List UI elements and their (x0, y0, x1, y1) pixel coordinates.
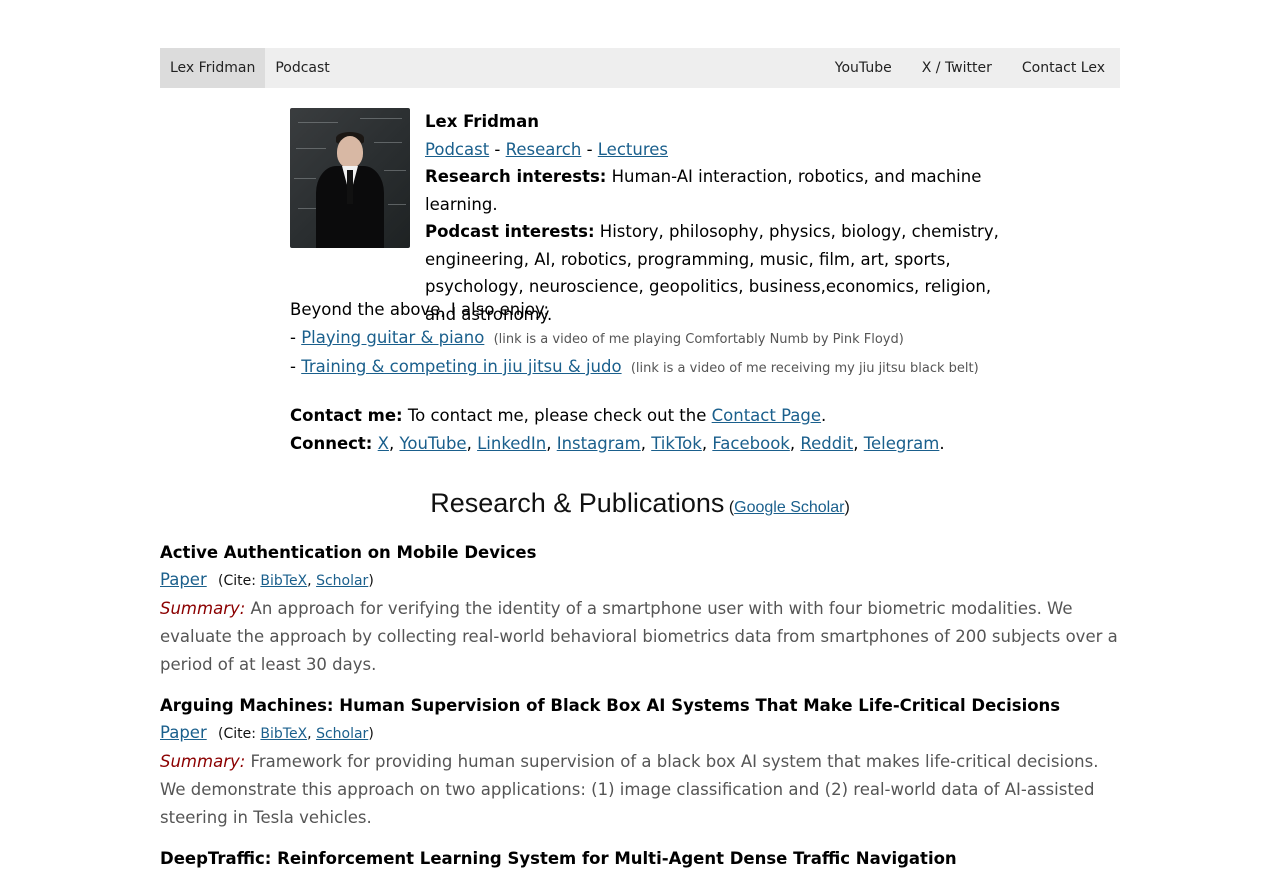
nav-right-group: YouTube X / Twitter Contact Lex (820, 48, 1120, 88)
publication-title: Active Authentication on Mobile Devices (160, 543, 537, 562)
summary-text: Framework for providing human supervisio… (160, 752, 1099, 827)
profile-photo (290, 108, 410, 248)
bibtex-link[interactable]: BibTeX (260, 573, 307, 589)
summary-text: An approach for verifying the identity o… (160, 599, 1118, 674)
link-separator: - (581, 139, 598, 159)
publication-links: Paper (Cite: BibTeX, Scholar) (160, 719, 1120, 748)
publication-summary: Summary: Framework for providing human s… (160, 748, 1120, 832)
paper-link[interactable]: Paper (160, 570, 207, 589)
hobby-prefix: - (290, 357, 302, 376)
summary-label: Summary: (160, 752, 246, 771)
hobbies-intro: Beyond the above, I also enjoy: (290, 300, 550, 319)
paper-link[interactable]: Paper (160, 723, 207, 742)
link-facebook[interactable]: Facebook (712, 434, 790, 453)
contact-end: . (821, 406, 827, 425)
nav-item-youtube[interactable]: YouTube (820, 48, 907, 88)
contact-label: Contact me: (290, 406, 403, 425)
publication-item: DeepTraffic: Reinforcement Learning Syst… (160, 846, 1120, 872)
link-linkedin[interactable]: LinkedIn (477, 434, 546, 453)
scholar-link[interactable]: Scholar (316, 573, 368, 589)
cite-group: (Cite: BibTeX, Scholar) (217, 726, 374, 742)
hobby-note: (link is a video of me playing Comfortab… (493, 331, 904, 347)
link-podcast[interactable]: Podcast (425, 140, 489, 159)
top-nav: Lex Fridman Podcast YouTube X / Twitter … (160, 48, 1120, 88)
scholar-paren-close: ) (844, 499, 850, 516)
link-lectures[interactable]: Lectures (598, 140, 668, 159)
scholar-link[interactable]: Scholar (316, 726, 368, 742)
publication-item: Arguing Machines: Human Supervision of B… (160, 693, 1120, 832)
nav-item-x-twitter[interactable]: X / Twitter (907, 48, 1007, 88)
research-title: Research & Publications (430, 488, 725, 518)
link-research[interactable]: Research (506, 140, 582, 159)
research-heading: Research & Publications (Google Scholar) (0, 488, 1280, 519)
link-separator: - (489, 139, 506, 159)
link-reddit[interactable]: Reddit (800, 434, 853, 453)
link-youtube[interactable]: YouTube (399, 434, 466, 453)
publication-item: Active Authentication on Mobile Devices … (160, 540, 1120, 679)
cite-label: (Cite: (217, 573, 256, 589)
scholar-paren-open: ( (724, 499, 735, 516)
connect-label: Connect: (290, 433, 373, 453)
hobby-note: (link is a video of me receiving my jiu … (630, 361, 979, 376)
hobby-item: - Playing guitar & piano (link is a vide… (290, 324, 1050, 354)
link-tiktok[interactable]: TikTok (651, 434, 702, 453)
link-x[interactable]: X (378, 434, 389, 453)
hobbies-section: Beyond the above, I also enjoy: - Playin… (290, 296, 1050, 383)
summary-label: Summary: (160, 599, 246, 618)
cite-label: (Cite: (217, 726, 256, 742)
cite-close: ) (368, 726, 374, 742)
publication-summary: Summary: An approach for verifying the i… (160, 595, 1120, 679)
connect-line: Connect: X, YouTube, LinkedIn, Instagram… (290, 433, 945, 453)
research-interests: Research interests: Human-AI interaction… (425, 163, 1005, 218)
nav-item-lex-fridman[interactable]: Lex Fridman (160, 48, 266, 88)
publication-links: Paper (Cite: BibTeX, Scholar) (160, 566, 1120, 595)
bibtex-link[interactable]: BibTeX (260, 726, 307, 742)
link-instagram[interactable]: Instagram (557, 434, 641, 453)
research-interests-label: Research interests: (425, 167, 607, 186)
contact-text: To contact me, please check out the (402, 406, 712, 425)
link-jiu-jitsu-judo[interactable]: Training & competing in jiu jitsu & judo (301, 357, 621, 376)
profile-links: Podcast - Research - Lectures (425, 136, 1005, 164)
cite-close: ) (368, 573, 374, 589)
link-telegram[interactable]: Telegram (864, 434, 940, 453)
nav-item-contact-lex[interactable]: Contact Lex (1007, 48, 1120, 88)
link-google-scholar[interactable]: Google Scholar (734, 499, 844, 516)
publications-list: Active Authentication on Mobile Devices … (160, 540, 1120, 886)
cite-group: (Cite: BibTeX, Scholar) (217, 573, 374, 589)
publication-title: DeepTraffic: Reinforcement Learning Syst… (160, 849, 957, 868)
publication-title: Arguing Machines: Human Supervision of B… (160, 696, 1061, 715)
contact-line: Contact me: To contact me, please check … (290, 402, 1050, 430)
hobby-prefix: - (290, 327, 302, 347)
profile-name: Lex Fridman (425, 112, 539, 131)
nav-item-podcast[interactable]: Podcast (265, 48, 339, 88)
link-contact-page[interactable]: Contact Page (712, 406, 821, 425)
profile-info: Lex Fridman Podcast - Research - Lecture… (425, 108, 1005, 328)
hobby-item: - Training & competing in jiu jitsu & ju… (290, 353, 1050, 383)
link-guitar-piano[interactable]: Playing guitar & piano (301, 328, 484, 347)
podcast-interests-label: Podcast interests: (425, 222, 595, 241)
contact-section: Contact me: To contact me, please check … (290, 402, 1050, 457)
